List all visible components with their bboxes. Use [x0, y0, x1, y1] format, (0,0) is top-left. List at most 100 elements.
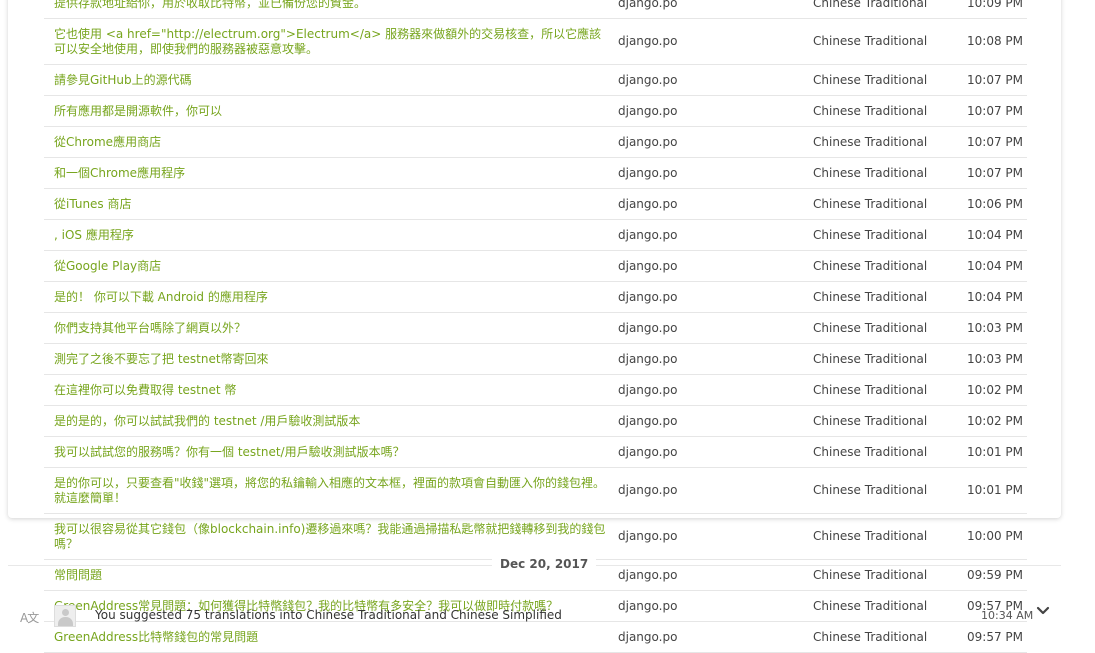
file-name-cell: django.po — [618, 188, 813, 220]
source-string-link[interactable]: 從Chrome應用商店 — [54, 135, 610, 150]
source-string-cell[interactable]: 和一個Chrome應用程序 — [44, 157, 618, 189]
language-cell: Chinese Traditional — [813, 126, 963, 158]
source-string-link[interactable]: 我可以很容易從其它錢包（像blockchain.info)遷移過來嗎？我能通過掃… — [54, 522, 610, 552]
table-row[interactable]: 我可以試試您的服務嗎？你有一個 testnet/用戶驗收測試版本嗎？ djang… — [44, 436, 1027, 468]
chevron-down-icon[interactable] — [1036, 606, 1050, 616]
table-row[interactable]: 是的！ 你可以下載 Android 的應用程序 django.po Chines… — [44, 281, 1027, 313]
file-name-cell: django.po — [618, 250, 813, 282]
source-string-link[interactable]: , iOS 應用程序 — [54, 228, 610, 243]
time-cell: 10:07 PM — [963, 157, 1027, 189]
language-cell: Chinese Traditional — [813, 157, 963, 189]
file-name-cell: django.po — [618, 18, 813, 65]
source-string-cell[interactable]: , iOS 應用程序 — [44, 219, 618, 251]
source-string-link[interactable]: 從iTunes 商店 — [54, 197, 610, 212]
table-row[interactable]: 是的是的，你可以試試我們的 testnet /用戶驗收測試版本 django.p… — [44, 405, 1027, 437]
language-cell: Chinese Traditional — [813, 436, 963, 468]
source-string-cell[interactable]: 提供存款地址給你，用於收取比特幣，並已備份您的資金。 — [44, 0, 618, 19]
source-string-cell[interactable]: 是的是的，你可以試試我們的 testnet /用戶驗收測試版本 — [44, 405, 618, 437]
language-cell: Chinese Traditional — [813, 513, 963, 560]
language-cell: Chinese Traditional — [813, 312, 963, 344]
time-cell: 10:07 PM — [963, 95, 1027, 127]
language-cell: Chinese Traditional — [813, 0, 963, 19]
time-cell: 10:03 PM — [963, 343, 1027, 375]
language-cell: Chinese Traditional — [813, 343, 963, 375]
source-string-link[interactable]: 我可以試試您的服務嗎？你有一個 testnet/用戶驗收測試版本嗎？ — [54, 445, 610, 460]
source-string-link[interactable]: 所有應用都是開源軟件，你可以 — [54, 104, 610, 119]
table-row[interactable]: 測完了之後不要忘了把 testnet幣寄回來 django.po Chinese… — [44, 343, 1027, 375]
table-row[interactable]: 從iTunes 商店 django.po Chinese Traditional… — [44, 188, 1027, 220]
time-cell: 10:01 PM — [963, 467, 1027, 514]
table-row[interactable]: 在這裡你可以免費取得 testnet 幣 django.po Chinese T… — [44, 374, 1027, 406]
language-cell: Chinese Traditional — [813, 95, 963, 127]
source-string-cell[interactable]: 我可以試試您的服務嗎？你有一個 testnet/用戶驗收測試版本嗎？ — [44, 436, 618, 468]
source-string-link[interactable]: 你們支持其他平台嗎除了網頁以外？ — [54, 321, 610, 336]
source-string-link[interactable]: 在這裡你可以免費取得 testnet 幣 — [54, 383, 610, 398]
time-cell: 09:57 PM — [963, 621, 1027, 653]
activity-time: 10:34 AM — [981, 609, 1034, 622]
file-name-cell: django.po — [618, 621, 813, 653]
table-row[interactable]: 它也使用 <a href="http://electrum.org">Elect… — [44, 18, 1027, 65]
language-cell: Chinese Traditional — [813, 467, 963, 514]
source-string-cell[interactable]: 請參見GitHub上的源代碼 — [44, 64, 618, 96]
avatar-body-shape — [58, 617, 73, 626]
table-row[interactable]: 請參見GitHub上的源代碼 django.po Chinese Traditi… — [44, 64, 1027, 96]
translation-activity-table: 提供存款地址給你，用於收取比特幣，並已備份您的資金。 django.po Chi… — [44, 0, 1027, 653]
source-string-cell[interactable]: 是的你可以，只要查看"收錢"選項，將您的私鑰輸入相應的文本框，裡面的款項會自動匯… — [44, 467, 618, 514]
source-string-cell[interactable]: GreenAddress比特幣錢包的常見問題 — [44, 621, 618, 653]
language-cell: Chinese Traditional — [813, 64, 963, 96]
file-name-cell: django.po — [618, 374, 813, 406]
time-cell: 10:08 PM — [963, 18, 1027, 65]
source-string-cell[interactable]: 從iTunes 商店 — [44, 188, 618, 220]
time-cell: 10:07 PM — [963, 126, 1027, 158]
file-name-cell: django.po — [618, 436, 813, 468]
table-row[interactable]: 提供存款地址給你，用於收取比特幣，並已備份您的資金。 django.po Chi… — [44, 0, 1027, 19]
file-name-cell: django.po — [618, 405, 813, 437]
file-name-cell: django.po — [618, 64, 813, 96]
file-name-cell: django.po — [618, 281, 813, 313]
time-cell: 10:04 PM — [963, 281, 1027, 313]
source-string-link[interactable]: 它也使用 <a href="http://electrum.org">Elect… — [54, 27, 610, 57]
source-string-link[interactable]: 提供存款地址給你，用於收取比特幣，並已備份您的資金。 — [54, 0, 610, 11]
source-string-cell[interactable]: 測完了之後不要忘了把 testnet幣寄回來 — [44, 343, 618, 375]
language-cell: Chinese Traditional — [813, 621, 963, 653]
language-cell: Chinese Traditional — [813, 374, 963, 406]
source-string-cell[interactable]: 是的！ 你可以下載 Android 的應用程序 — [44, 281, 618, 313]
source-string-cell[interactable]: 你們支持其他平台嗎除了網頁以外？ — [44, 312, 618, 344]
source-string-link[interactable]: 測完了之後不要忘了把 testnet幣寄回來 — [54, 352, 610, 367]
table-row[interactable]: 和一個Chrome應用程序 django.po Chinese Traditio… — [44, 157, 1027, 189]
source-string-cell[interactable]: 從Google Play商店 — [44, 250, 618, 282]
table-row[interactable]: 從Google Play商店 django.po Chinese Traditi… — [44, 250, 1027, 282]
table-row[interactable]: GreenAddress比特幣錢包的常見問題 django.po Chinese… — [44, 621, 1027, 653]
source-string-cell[interactable]: 在這裡你可以免費取得 testnet 幣 — [44, 374, 618, 406]
table-row[interactable]: , iOS 應用程序 django.po Chinese Traditional… — [44, 219, 1027, 251]
language-cell: Chinese Traditional — [813, 219, 963, 251]
source-string-cell[interactable]: 我可以很容易從其它錢包（像blockchain.info)遷移過來嗎？我能通過掃… — [44, 513, 618, 560]
time-cell: 10:04 PM — [963, 250, 1027, 282]
table-row[interactable]: 所有應用都是開源軟件，你可以 django.po Chinese Traditi… — [44, 95, 1027, 127]
language-cell: Chinese Traditional — [813, 188, 963, 220]
language-cell: Chinese Traditional — [813, 18, 963, 65]
source-string-link[interactable]: 是的是的，你可以試試我們的 testnet /用戶驗收測試版本 — [54, 414, 610, 429]
source-string-cell[interactable]: 所有應用都是開源軟件，你可以 — [44, 95, 618, 127]
file-name-cell: django.po — [618, 513, 813, 560]
source-string-link[interactable]: 請參見GitHub上的源代碼 — [54, 73, 610, 88]
source-string-cell[interactable]: 它也使用 <a href="http://electrum.org">Elect… — [44, 18, 618, 65]
source-string-cell[interactable]: 從Chrome應用商店 — [44, 126, 618, 158]
source-string-link[interactable]: 和一個Chrome應用程序 — [54, 166, 610, 181]
time-cell: 10:01 PM — [963, 436, 1027, 468]
time-cell: 10:02 PM — [963, 374, 1027, 406]
table-row[interactable]: 我可以很容易從其它錢包（像blockchain.info)遷移過來嗎？我能通過掃… — [44, 513, 1027, 560]
time-cell: 10:06 PM — [963, 188, 1027, 220]
time-cell: 10:03 PM — [963, 312, 1027, 344]
source-string-link[interactable]: GreenAddress比特幣錢包的常見問題 — [54, 630, 610, 645]
source-string-link[interactable]: 從Google Play商店 — [54, 259, 610, 274]
table-row[interactable]: 你們支持其他平台嗎除了網頁以外？ django.po Chinese Tradi… — [44, 312, 1027, 344]
table-row[interactable]: 從Chrome應用商店 django.po Chinese Traditiona… — [44, 126, 1027, 158]
file-name-cell: django.po — [618, 95, 813, 127]
activity-summary-row[interactable]: A文 You suggested 75 translations into Ch… — [0, 600, 1095, 627]
table-row[interactable]: 是的你可以，只要查看"收錢"選項，將您的私鑰輸入相應的文本框，裡面的款項會自動匯… — [44, 467, 1027, 514]
time-cell: 10:04 PM — [963, 219, 1027, 251]
date-group-label: Dec 20, 2017 — [492, 557, 597, 571]
source-string-link[interactable]: 是的你可以，只要查看"收錢"選項，將您的私鑰輸入相應的文本框，裡面的款項會自動匯… — [54, 476, 610, 506]
source-string-link[interactable]: 是的！ 你可以下載 Android 的應用程序 — [54, 290, 610, 305]
